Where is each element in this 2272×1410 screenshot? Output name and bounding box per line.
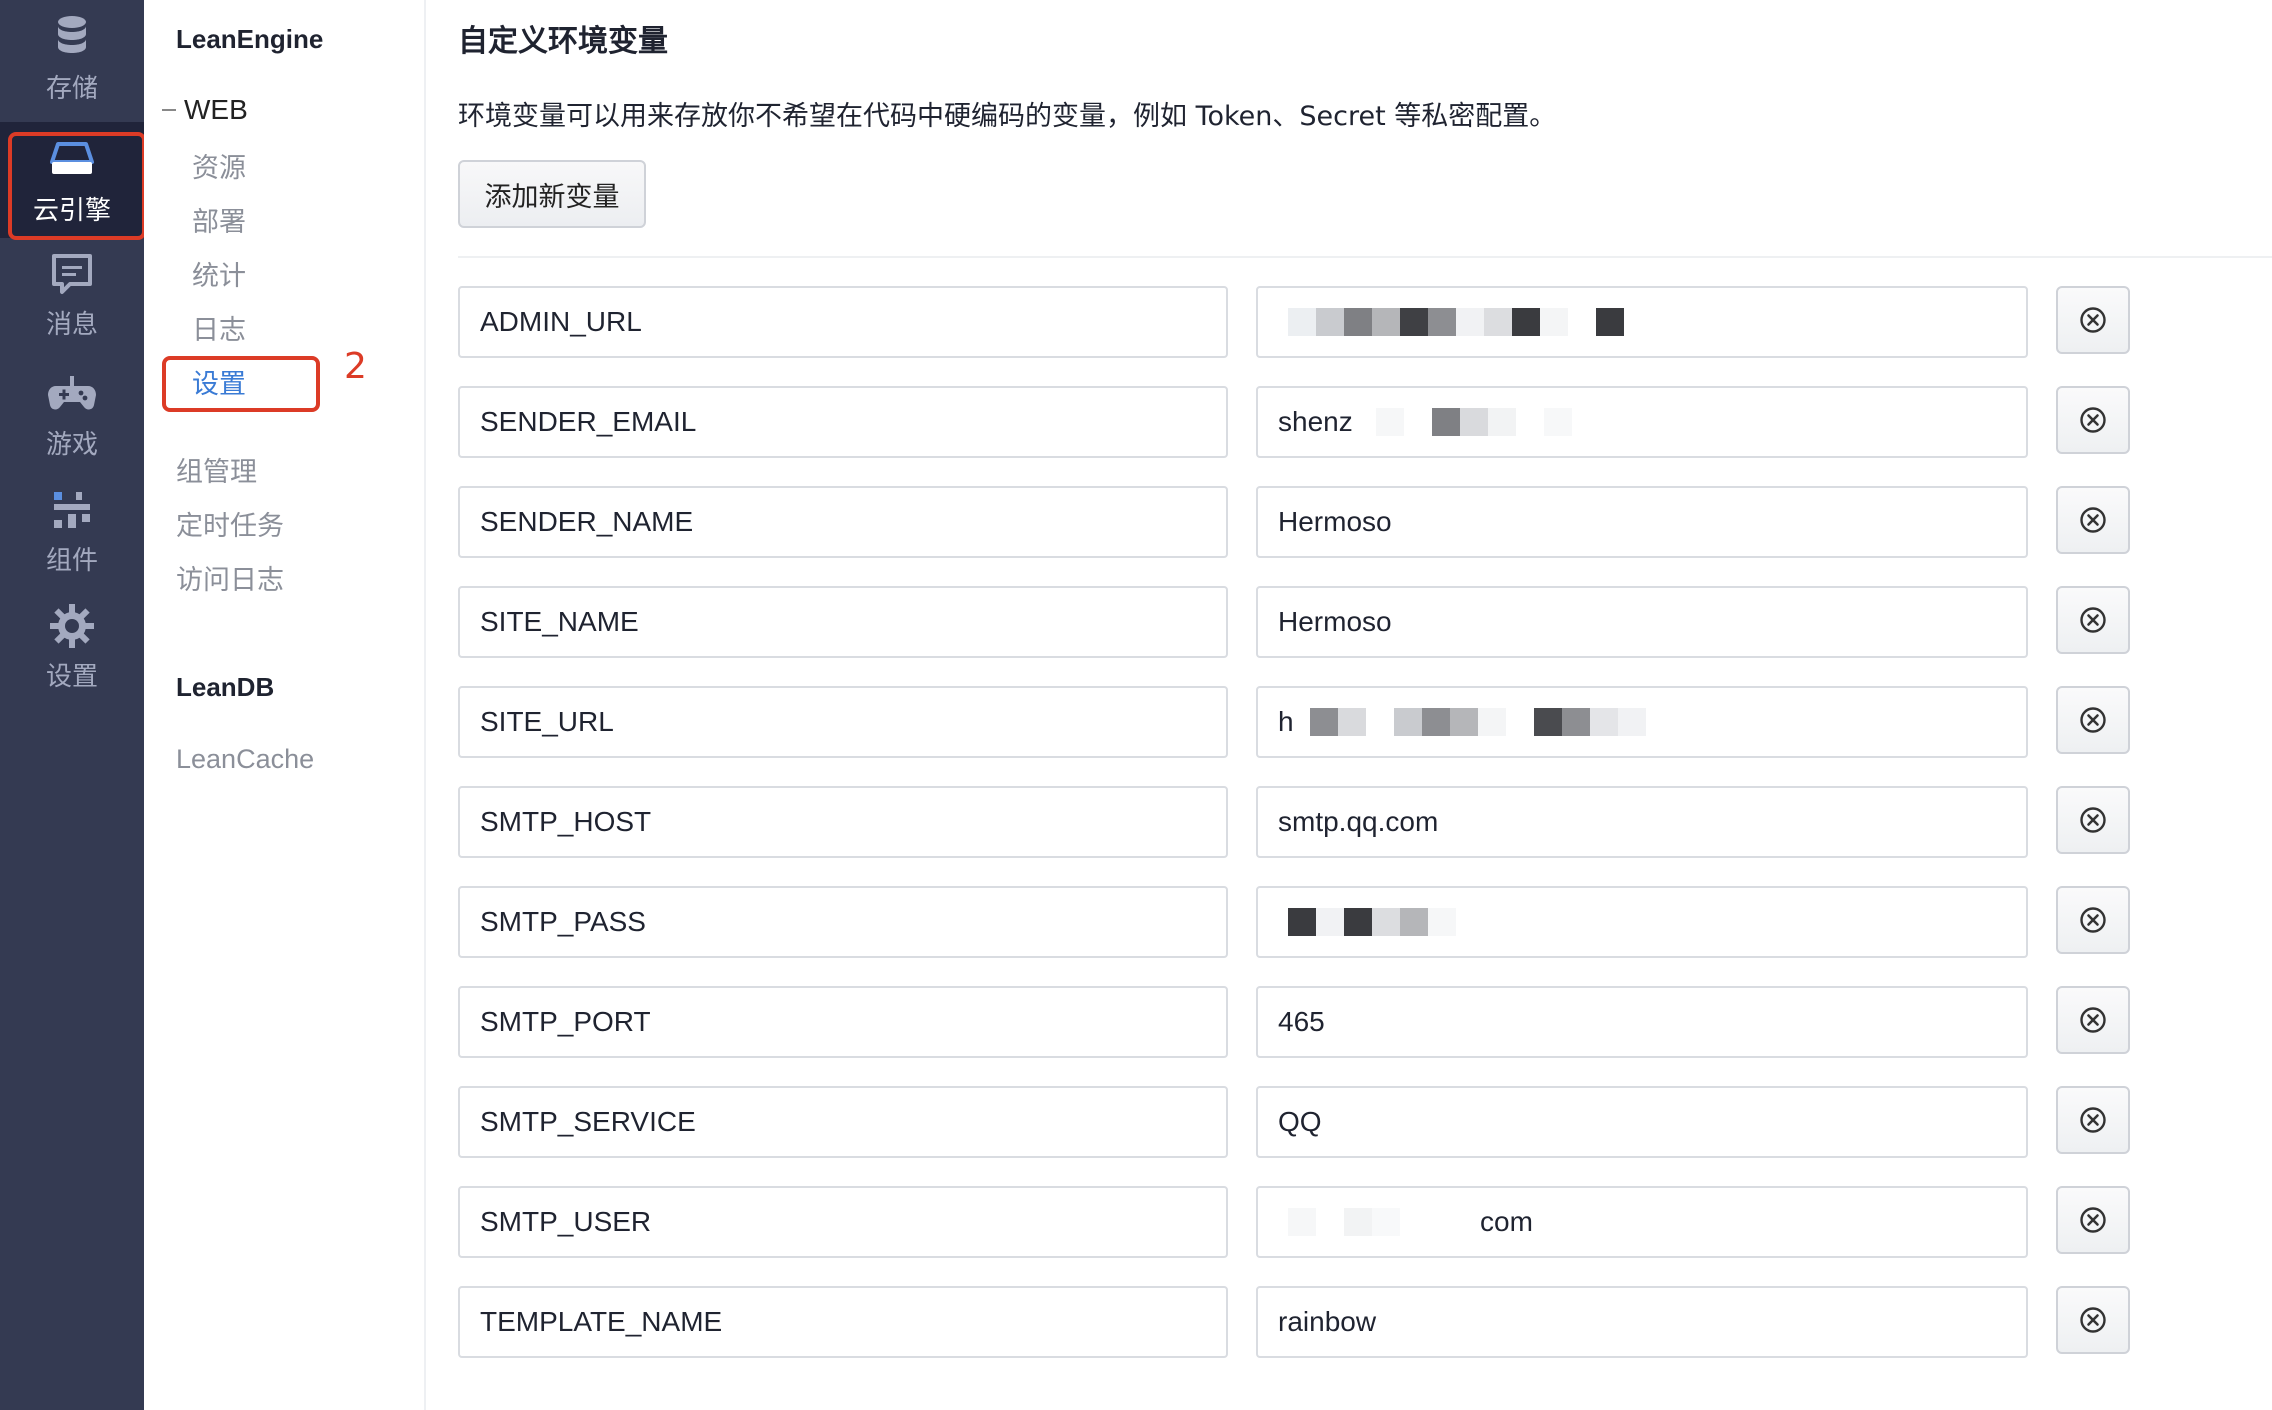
env-key-input[interactable] xyxy=(458,1086,1228,1158)
delete-variable-button[interactable] xyxy=(2056,486,2130,554)
env-value-input[interactable] xyxy=(1256,286,2028,358)
rail-label: 游戏 xyxy=(45,429,98,460)
close-circle-icon xyxy=(2080,307,2106,333)
rail-item-games[interactable]: 游戏 xyxy=(0,356,144,472)
env-var-row xyxy=(458,886,2138,958)
delete-variable-button[interactable] xyxy=(2056,386,2130,454)
nav-item-resources[interactable]: 资源 xyxy=(192,146,246,185)
rail-item-storage[interactable]: 存储 xyxy=(0,0,144,116)
close-circle-icon xyxy=(2080,507,2106,533)
collapse-dash-icon xyxy=(162,109,176,111)
rail-item-settings[interactable]: 设置 xyxy=(0,588,144,704)
delete-variable-button[interactable] xyxy=(2056,1286,2130,1354)
web-group-label: WEB xyxy=(184,94,248,125)
annotation-box-step-2 xyxy=(162,356,320,412)
close-circle-icon xyxy=(2080,1207,2106,1233)
rail-item-messages[interactable]: 消息 xyxy=(0,236,144,352)
env-var-row xyxy=(458,1286,2138,1358)
close-circle-icon xyxy=(2080,407,2106,433)
env-var-row xyxy=(458,686,2138,758)
env-value-input[interactable] xyxy=(1256,686,2028,758)
nav-item-scheduled-tasks[interactable]: 定时任务 xyxy=(176,504,284,543)
rail-label: 存储 xyxy=(45,73,98,104)
env-key-input[interactable] xyxy=(458,286,1228,358)
rail-item-components[interactable]: 组件 xyxy=(0,472,144,588)
nav-item-leancache[interactable]: LeanCache xyxy=(176,744,314,775)
env-var-row xyxy=(458,286,2138,358)
env-key-input[interactable] xyxy=(458,586,1228,658)
page-title: 自定义环境变量 xyxy=(458,24,668,59)
env-value-input[interactable] xyxy=(1256,1286,2028,1358)
secondary-sidebar: LeanEngine WEB 资源 部署 统计 日志 设置 组管理 定时任务 访… xyxy=(144,0,426,1410)
env-var-row xyxy=(458,986,2138,1058)
annotation-number-2: 2 xyxy=(344,346,367,387)
nav-item-group-management[interactable]: 组管理 xyxy=(176,450,257,489)
web-group-toggle[interactable]: WEB xyxy=(162,94,248,126)
env-var-row xyxy=(458,1186,2138,1258)
delete-variable-button[interactable] xyxy=(2056,1186,2130,1254)
env-key-input[interactable] xyxy=(458,386,1228,458)
delete-variable-button[interactable] xyxy=(2056,886,2130,954)
env-value-input[interactable] xyxy=(1256,586,2028,658)
close-circle-icon xyxy=(2080,1007,2106,1033)
env-value-input[interactable] xyxy=(1256,786,2028,858)
close-circle-icon xyxy=(2080,907,2106,933)
env-key-input[interactable] xyxy=(458,486,1228,558)
message-icon xyxy=(52,253,92,294)
rail-label: 消息 xyxy=(45,309,98,340)
close-circle-icon xyxy=(2080,1107,2106,1133)
env-var-row xyxy=(458,486,2138,558)
env-value-input[interactable] xyxy=(1256,1086,2028,1158)
gear-icon xyxy=(50,603,94,648)
env-value-input[interactable] xyxy=(1256,486,2028,558)
close-circle-icon xyxy=(2080,1307,2106,1333)
nav-item-access-logs[interactable]: 访问日志 xyxy=(176,558,284,597)
env-key-input[interactable] xyxy=(458,786,1228,858)
delete-variable-button[interactable] xyxy=(2056,786,2130,854)
env-value-input[interactable] xyxy=(1256,1186,2028,1258)
nav-item-logs[interactable]: 日志 xyxy=(192,308,246,347)
gamepad-icon xyxy=(48,375,96,409)
page-description: 环境变量可以用来存放你不希望在代码中硬编码的变量，例如 Token、Secret… xyxy=(458,101,1557,132)
close-circle-icon xyxy=(2080,807,2106,833)
env-var-row xyxy=(458,586,2138,658)
nav-item-deploy[interactable]: 部署 xyxy=(192,200,246,239)
env-value-input[interactable] xyxy=(1256,986,2028,1058)
close-circle-icon xyxy=(2080,607,2106,633)
add-variable-button[interactable]: 添加新变量 xyxy=(458,160,646,228)
rail-label: 组件 xyxy=(45,545,98,576)
components-icon xyxy=(54,491,90,528)
env-key-input[interactable] xyxy=(458,686,1228,758)
delete-variable-button[interactable] xyxy=(2056,586,2130,654)
delete-variable-button[interactable] xyxy=(2056,686,2130,754)
env-var-row xyxy=(458,1086,2138,1158)
main-content: 自定义环境变量 环境变量可以用来存放你不希望在代码中硬编码的变量，例如 Toke… xyxy=(458,0,2272,1410)
leanengine-title: LeanEngine xyxy=(176,24,324,54)
env-key-input[interactable] xyxy=(458,1286,1228,1358)
env-value-input[interactable] xyxy=(1256,386,2028,458)
delete-variable-button[interactable] xyxy=(2056,286,2130,354)
env-key-input[interactable] xyxy=(458,1186,1228,1258)
env-var-row xyxy=(458,786,2138,858)
divider xyxy=(458,256,2272,258)
nav-item-stats[interactable]: 统计 xyxy=(192,254,246,293)
delete-variable-button[interactable] xyxy=(2056,1086,2130,1154)
env-key-input[interactable] xyxy=(458,986,1228,1058)
env-key-input[interactable] xyxy=(458,886,1228,958)
annotation-box-step-1 xyxy=(8,132,146,240)
delete-variable-button[interactable] xyxy=(2056,986,2130,1054)
close-circle-icon xyxy=(2080,707,2106,733)
env-value-input[interactable] xyxy=(1256,886,2028,958)
leandb-title: LeanDB xyxy=(176,672,275,702)
rail-label: 设置 xyxy=(45,661,98,692)
env-var-row xyxy=(458,386,2138,458)
database-icon xyxy=(58,15,86,53)
